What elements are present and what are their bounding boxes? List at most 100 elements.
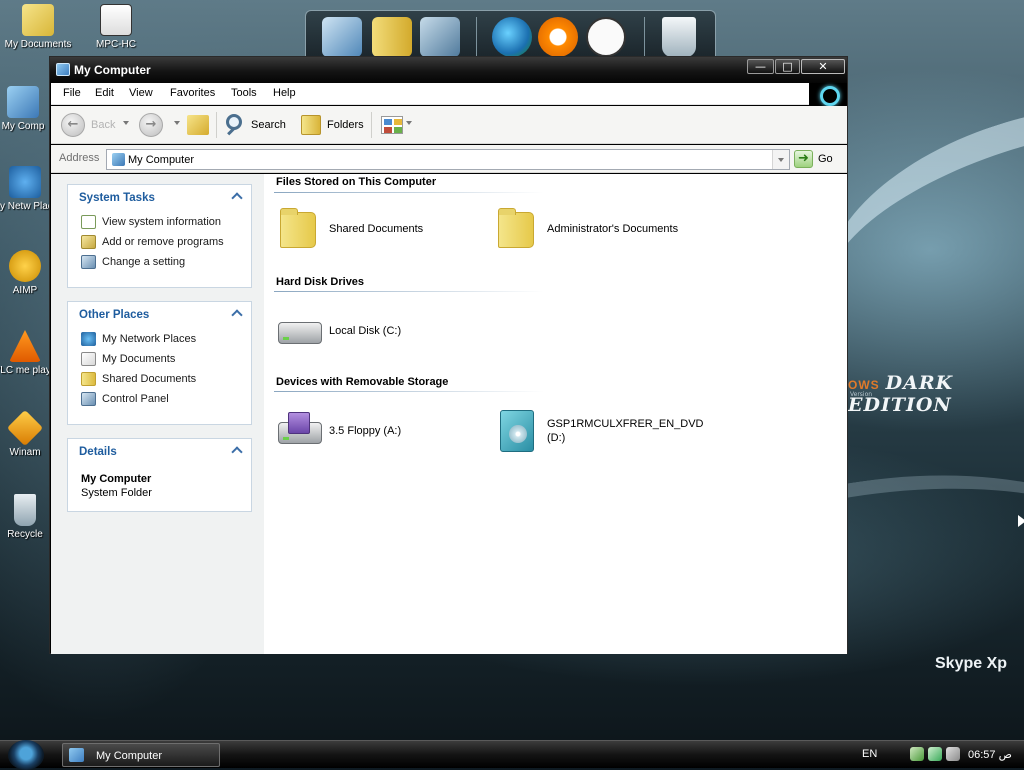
clock[interactable]: 06:57 ص [968, 748, 1012, 761]
group-title-files-stored: Files Stored on This Computer [276, 176, 437, 188]
folders-icon[interactable] [301, 115, 321, 135]
documents-icon [22, 4, 54, 36]
search-button[interactable]: Search [251, 119, 286, 131]
floppy-drive-icon [276, 408, 322, 452]
details-type: System Folder [81, 487, 152, 499]
language-indicator[interactable]: EN [862, 748, 877, 760]
up-folder-icon[interactable] [187, 115, 209, 135]
start-button[interactable] [8, 740, 44, 770]
menu-edit[interactable]: Edit [95, 87, 114, 99]
details-name: My Computer [81, 473, 152, 485]
details-panel: Details My Computer System Folder [67, 438, 252, 512]
back-button-label[interactable]: Back [91, 119, 115, 131]
system-tasks-panel: System Tasks View system information Add… [67, 184, 252, 288]
network-icon [9, 166, 41, 198]
address-value: My Computer [128, 154, 195, 166]
item-floppy-a[interactable]: 3.5 Floppy (A:) [276, 408, 486, 458]
go-arrow-icon: ➜ [794, 150, 813, 168]
wallpaper-version: Version [850, 391, 873, 398]
tray-volume-icon[interactable] [946, 747, 960, 761]
place-my-documents[interactable]: My Documents [68, 350, 251, 370]
collapse-chevron-icon[interactable] [231, 446, 243, 458]
place-shared-documents[interactable]: Shared Documents [68, 370, 251, 390]
panel-title: System Tasks [79, 192, 155, 204]
back-arrow-icon[interactable]: ← [61, 113, 85, 137]
menu-view[interactable]: View [129, 87, 153, 99]
toolbar-separator [216, 112, 217, 138]
details-header[interactable]: Details [68, 439, 251, 467]
maximize-button[interactable]: □ [775, 59, 800, 74]
system-tasks-header[interactable]: System Tasks [68, 185, 251, 213]
dock-globe-icon[interactable] [492, 17, 532, 57]
item-administrators-documents[interactable]: Administrator's Documents [494, 206, 704, 256]
views-dropdown-icon[interactable] [406, 121, 412, 125]
address-bar: Address My Computer ➜ Go [51, 145, 847, 173]
desktop-icon-my-documents[interactable]: My Documents [1, 4, 75, 50]
search-icon[interactable] [226, 114, 242, 130]
wallpaper-logo: OWS DARK EDITION [848, 372, 954, 416]
dock-computer-icon[interactable] [322, 17, 362, 57]
folder-icon [81, 372, 96, 386]
computer-icon [56, 63, 70, 76]
task-add-remove-programs[interactable]: Add or remove programs [68, 233, 251, 253]
menu-bar: File Edit View Favorites Tools Help [51, 83, 847, 106]
dock-recycle-bin-icon[interactable] [662, 17, 696, 57]
views-icon[interactable] [381, 116, 403, 134]
mpc-hc-icon [100, 4, 132, 36]
close-button[interactable]: ✕ [801, 59, 845, 74]
taskbar-button-my-computer[interactable]: My Computer [62, 743, 220, 767]
panel-title: Details [79, 446, 117, 458]
forward-arrow-icon[interactable]: → [139, 113, 163, 137]
dock-clock-icon[interactable] [586, 17, 626, 57]
address-input[interactable]: My Computer [106, 149, 790, 170]
window-titlebar[interactable]: My Computer — □ ✕ [50, 57, 847, 83]
search-icon-handle [227, 127, 235, 136]
other-places-header[interactable]: Other Places [68, 302, 251, 330]
dock-separator [476, 17, 477, 61]
dock-folder-icon[interactable] [372, 17, 412, 57]
go-button[interactable]: ➜ Go [794, 149, 844, 170]
place-control-panel[interactable]: Control Panel [68, 390, 251, 410]
dock-control-panel-icon[interactable] [420, 17, 460, 57]
task-change-a-setting[interactable]: Change a setting [68, 253, 251, 273]
address-label: Address [59, 152, 100, 164]
go-label: Go [818, 153, 833, 165]
task-pane: System Tasks View system information Add… [51, 174, 264, 654]
group-divider [274, 291, 544, 292]
dock-media-player-icon[interactable] [538, 17, 578, 57]
folder-icon [276, 206, 322, 250]
menu-help[interactable]: Help [273, 87, 296, 99]
place-my-network-places[interactable]: My Network Places [68, 330, 251, 350]
group-divider [274, 391, 544, 392]
vlc-icon [9, 330, 41, 362]
minimize-button[interactable]: — [747, 59, 774, 74]
collapse-chevron-icon[interactable] [231, 309, 243, 321]
back-dropdown-icon[interactable] [123, 121, 129, 125]
collapse-chevron-icon[interactable] [231, 192, 243, 204]
tray-safely-remove-icon[interactable] [928, 747, 942, 761]
forward-dropdown-icon[interactable] [174, 121, 180, 125]
task-view-system-information[interactable]: View system information [68, 213, 251, 233]
window-title: My Computer [74, 63, 151, 77]
folders-button[interactable]: Folders [327, 119, 364, 131]
item-dvd-drive-d[interactable]: GSP1RMCULXFRER_EN_DVD (D:) [494, 408, 734, 458]
group-divider [274, 192, 544, 193]
hard-disk-icon [276, 308, 322, 352]
item-shared-documents[interactable]: Shared Documents [276, 206, 486, 256]
other-places-panel: Other Places My Network Places My Docume… [67, 301, 252, 425]
item-local-disk-c[interactable]: Local Disk (C:) [276, 308, 486, 358]
winamp-icon [6, 409, 44, 447]
taskbar: My Computer EN 06:57 ص [0, 740, 1024, 770]
windows-logo-icon [809, 83, 847, 106]
panel-title: Other Places [79, 309, 150, 321]
menu-favorites[interactable]: Favorites [170, 87, 215, 99]
tray-network-icon[interactable] [910, 747, 924, 761]
address-dropdown-button[interactable] [772, 150, 789, 169]
programs-icon [81, 235, 96, 249]
desktop-icon-mpc-hc[interactable]: MPC-HC [79, 4, 153, 50]
menu-tools[interactable]: Tools [231, 87, 257, 99]
dock-separator [644, 17, 645, 61]
toolbar-separator [371, 112, 372, 138]
control-panel-icon [81, 392, 96, 406]
menu-file[interactable]: File [63, 87, 81, 99]
